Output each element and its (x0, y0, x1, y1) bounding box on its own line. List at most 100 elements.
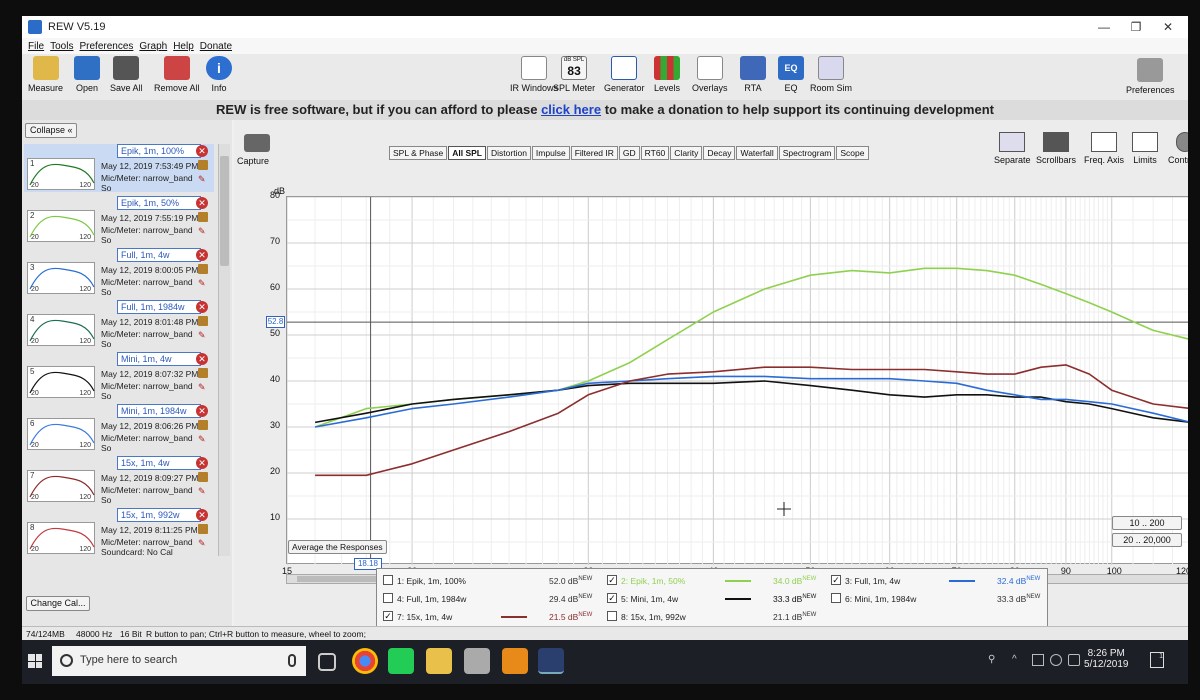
measurement-item[interactable]: Epik, 1m, 50% ✕ 2 20 120 May 12, 2019 7:55:19… (24, 196, 214, 245)
measurement-item[interactable]: 15x, 1m, 4w ✕ 7 20 120 May 12, 2019 8:09:27 P… (24, 456, 214, 505)
measurement-chart-icon[interactable] (198, 524, 208, 534)
tab-distortion[interactable]: Distortion (487, 146, 531, 160)
measurement-chart-icon[interactable] (198, 264, 208, 274)
tab-spl-phase[interactable]: SPL & Phase (389, 146, 448, 160)
levels-button[interactable]: Levels (654, 56, 680, 93)
tab-waterfall[interactable]: Waterfall (736, 146, 778, 160)
spl-meter-button[interactable]: dB SPL 83 SPL Meter (553, 56, 595, 93)
file-explorer-icon[interactable] (426, 648, 452, 674)
measurement-chart-icon[interactable] (198, 368, 208, 378)
volume-icon[interactable] (1068, 654, 1080, 666)
delete-measurement-icon[interactable]: ✕ (196, 509, 208, 521)
tab-decay[interactable]: Decay (703, 146, 736, 160)
legend-checkbox[interactable] (831, 593, 841, 603)
calculator-icon[interactable] (464, 648, 490, 674)
measurement-item[interactable]: Epik, 1m, 100% ✕ 1 20 120 May 12, 2019 7:53:4… (24, 144, 214, 193)
measurement-name-field[interactable]: Full, 1m, 4w (117, 248, 201, 262)
pen-icon[interactable]: ✎ (198, 538, 208, 548)
measurement-thumbnail[interactable]: 4 20 120 (27, 314, 95, 346)
range-10-200-button[interactable]: 10 .. 200 (1112, 516, 1182, 530)
pen-icon[interactable]: ✎ (198, 174, 208, 184)
taskbar-search-box[interactable]: Type here to search (52, 646, 306, 676)
measurement-chart-icon[interactable] (198, 420, 208, 430)
tab-clarity[interactable]: Clarity (670, 146, 703, 160)
tab-all-spl[interactable]: All SPL (448, 146, 487, 160)
delete-measurement-icon[interactable]: ✕ (196, 353, 208, 365)
tab-impulse[interactable]: Impulse (531, 146, 570, 160)
tab-rt60[interactable]: RT60 (640, 146, 670, 160)
tab-filtered-ir[interactable]: Filtered IR (570, 146, 618, 160)
overlays-button[interactable]: Overlays (692, 56, 728, 93)
tab-spectrogram[interactable]: Spectrogram (778, 146, 836, 160)
eq-button[interactable]: EQ EQ (778, 56, 804, 93)
close-button[interactable]: ✕ (1152, 16, 1184, 38)
measure-button[interactable]: Measure (28, 56, 63, 93)
ir-windows-button[interactable]: IR Windows (510, 56, 558, 93)
people-icon[interactable]: ⚲ (988, 654, 1000, 666)
measurement-item[interactable]: Mini, 1m, 4w ✕ 5 20 120 May 12, 2019 8:07:32 … (24, 352, 214, 401)
measurement-name-field[interactable]: Epik, 1m, 100% (117, 144, 201, 158)
chevron-up-icon[interactable]: ^ (1012, 654, 1024, 666)
app-icon-orange[interactable] (502, 648, 528, 674)
freq-axis-button[interactable]: Freq. Axis (1084, 132, 1124, 165)
measurement-name-field[interactable]: 15x, 1m, 992w (117, 508, 201, 522)
delete-measurement-icon[interactable]: ✕ (196, 197, 208, 209)
measurement-item[interactable]: Full, 1m, 1984w ✕ 4 20 120 May 12, 2019 8:01:… (24, 300, 214, 349)
legend-checkbox[interactable]: ✓ (831, 575, 841, 585)
measurement-chart-icon[interactable] (198, 472, 208, 482)
menu-help[interactable]: Help (173, 41, 194, 52)
microphone-icon[interactable] (288, 654, 296, 667)
tab-scope[interactable]: Scope (836, 146, 869, 160)
measurement-thumbnail[interactable]: 5 20 120 (27, 366, 95, 398)
app-icon-green[interactable] (388, 648, 414, 674)
separate-button[interactable]: Separate (994, 132, 1031, 165)
open-button[interactable]: Open (74, 56, 100, 93)
limits-button[interactable]: Limits (1132, 132, 1158, 165)
measurement-thumbnail[interactable]: 2 20 120 (27, 210, 95, 242)
change-cal-button[interactable]: Change Cal... (26, 596, 90, 611)
legend-checkbox[interactable] (607, 611, 617, 621)
measurement-chart-icon[interactable] (198, 212, 208, 222)
delete-measurement-icon[interactable]: ✕ (196, 249, 208, 261)
room-sim-button[interactable]: Room Sim (810, 56, 852, 93)
save-all-button[interactable]: Save All (110, 56, 143, 93)
menu-graph[interactable]: Graph (139, 41, 167, 52)
legend-checkbox[interactable] (383, 593, 393, 603)
collapse-button[interactable]: Collapse « (25, 123, 77, 138)
legend-checkbox[interactable] (383, 575, 393, 585)
delete-measurement-icon[interactable]: ✕ (196, 301, 208, 313)
donate-link[interactable]: click here (541, 102, 601, 117)
pen-icon[interactable]: ✎ (198, 434, 208, 444)
wifi-icon[interactable] (1050, 654, 1062, 666)
pen-icon[interactable]: ✎ (198, 278, 208, 288)
generator-button[interactable]: Generator (604, 56, 645, 93)
spl-plot[interactable] (286, 196, 1188, 565)
battery-icon[interactable] (1032, 654, 1044, 666)
scrollbars-button[interactable]: Scrollbars (1036, 132, 1076, 165)
taskbar-clock[interactable]: 8:26 PM 5/12/2019 (1084, 648, 1129, 670)
delete-measurement-icon[interactable]: ✕ (196, 405, 208, 417)
measurement-list-scrollbar[interactable] (218, 144, 230, 556)
remove-all-button[interactable]: Remove All (154, 56, 200, 93)
measurement-name-field[interactable]: Mini, 1m, 4w (117, 352, 201, 366)
measurement-item[interactable]: Mini, 1m, 1984w ✕ 6 20 120 May 12, 2019 8:06:… (24, 404, 214, 453)
pen-icon[interactable]: ✎ (198, 226, 208, 236)
task-view-icon[interactable] (318, 653, 336, 671)
rew-taskbar-icon[interactable] (538, 648, 564, 674)
menu-donate[interactable]: Donate (200, 41, 232, 52)
info-button[interactable]: i Info (206, 56, 232, 93)
legend-checkbox[interactable]: ✓ (607, 593, 617, 603)
windows-start-icon[interactable] (28, 654, 42, 668)
camera-icon[interactable] (244, 134, 270, 152)
rta-button[interactable]: RTA (740, 56, 766, 93)
delete-measurement-icon[interactable]: ✕ (196, 145, 208, 157)
legend-checkbox[interactable]: ✓ (383, 611, 393, 621)
controls-button[interactable]: Controls (1168, 132, 1188, 165)
measurement-chart-icon[interactable] (198, 160, 208, 170)
minimize-button[interactable]: — (1088, 16, 1120, 38)
chrome-icon[interactable] (352, 648, 378, 674)
tab-gd[interactable]: GD (618, 146, 640, 160)
measurement-thumbnail[interactable]: 7 20 120 (27, 470, 95, 502)
delete-measurement-icon[interactable]: ✕ (196, 457, 208, 469)
measurement-name-field[interactable]: Mini, 1m, 1984w (117, 404, 201, 418)
